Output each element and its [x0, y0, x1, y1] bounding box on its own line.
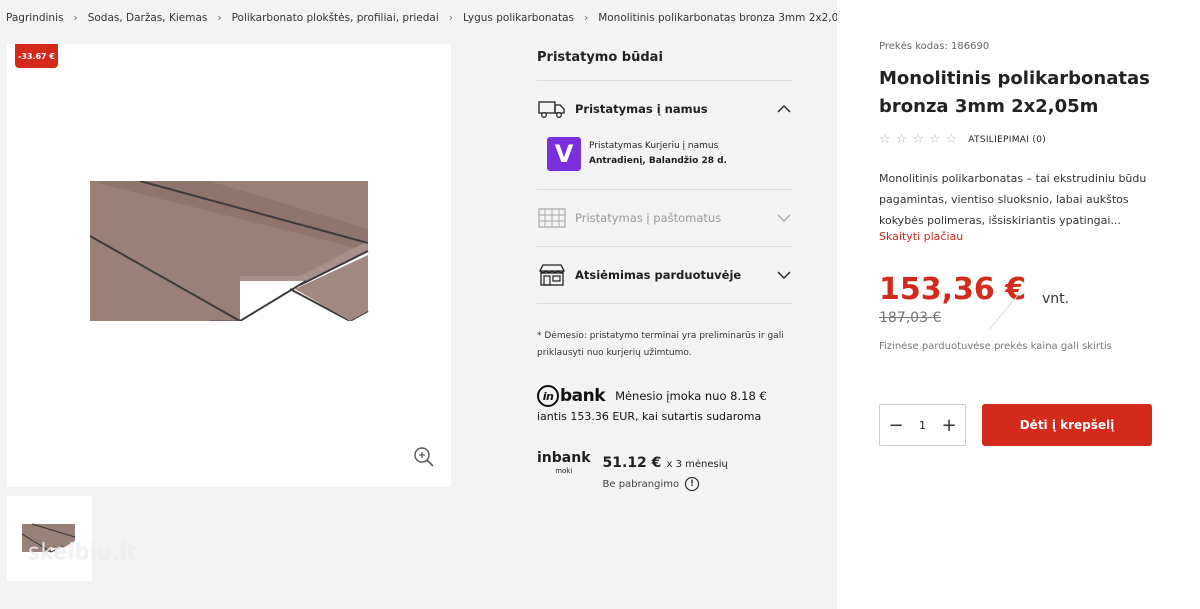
read-more-link[interactable]: Skaityti plačiau [879, 230, 963, 243]
truck-icon [537, 97, 567, 121]
old-price: 187,03 € [879, 310, 942, 326]
monthly-payment-note: iantis 153.36 EUR, kai sutartis sudaroma [537, 410, 762, 423]
star-icon: ☆ [928, 132, 941, 147]
delivery-option-label: Pristatymas į namus [575, 102, 708, 116]
breadcrumb: Pagrindinis › Sodas, Daržas, Kiemas › Po… [6, 12, 855, 24]
breadcrumb-garden[interactable]: Sodas, Daržas, Kiemas [88, 12, 208, 24]
courier-logo: V [547, 137, 581, 171]
inbank-moki-logo: inbank moki [537, 450, 591, 475]
delivery-option-locker: Pristatymas į paštomatus [537, 189, 793, 246]
watermark: skelbiu.lt [28, 540, 137, 565]
monthly-payment: Mėnesio įmoka nuo 8.18 € [615, 389, 767, 403]
breadcrumb-current: Monolitinis polikarbonatas bronza 3mm 2x… [598, 12, 856, 24]
delivery-option-label: Pristatymas į paštomatus [575, 211, 722, 225]
store-icon [537, 263, 567, 287]
product-thumbnail[interactable] [7, 496, 92, 581]
courier-date: Antradienį, Balandžio 28 d. [589, 156, 727, 166]
star-icon: ☆ [895, 132, 908, 147]
breadcrumb-home[interactable]: Pagrindinis [6, 12, 63, 24]
rating[interactable]: ☆ ☆ ☆ ☆ ☆ ATSILIEPIMAI (0) [879, 132, 1046, 147]
moki-financing[interactable]: inbank moki 51.12 € x 3 mėnesių Be pabra… [537, 450, 797, 491]
zoom-in-icon[interactable] [413, 446, 435, 468]
delivery-option-home: Pristatymas į namus V Pristatymas Kurjer… [537, 80, 793, 189]
breadcrumb-separator: › [73, 12, 78, 24]
star-icon: ☆ [945, 132, 958, 147]
product-title: Monolitinis polikarbonatas bronza 3mm 2x… [879, 68, 1150, 117]
discount-badge: -33.67 € [15, 44, 58, 68]
breadcrumb-separator: › [217, 12, 222, 24]
quantity-input[interactable]: 1 [913, 419, 933, 432]
delivery-note: * Dėmesio: pristatymo terminai yra preli… [537, 303, 793, 362]
info-icon[interactable]: ! [685, 477, 700, 491]
product-sheet-image [90, 181, 369, 321]
breadcrumb-polycarbonate[interactable]: Polikarbonato plokštės, profiliai, pried… [232, 12, 439, 24]
delivery-option-store-toggle[interactable]: Atsiėmimas parduotuvėje [537, 247, 793, 303]
breadcrumb-flat-polycarbonate[interactable]: Lygus polikarbonatas [463, 12, 574, 24]
chevron-up-icon [777, 105, 791, 113]
delivery-section: Pristatymo būdai Pristatymas į namus V P… [537, 40, 793, 362]
courier-title: Pristatymas Kurjeriu į namus [589, 141, 719, 151]
store-price-note: Fizinėse parduotuvėse prekės kaina gali … [879, 341, 1112, 352]
moki-price: 51.12 € [602, 455, 662, 471]
delivery-option-locker-toggle[interactable]: Pristatymas į paštomatus [537, 190, 793, 246]
thumbnail-image [21, 523, 76, 553]
breadcrumb-separator: › [448, 12, 453, 24]
decrease-quantity-button[interactable]: − [886, 415, 906, 436]
add-to-cart-button[interactable]: Dėti į krepšelį [982, 404, 1152, 446]
chevron-down-icon [777, 214, 791, 222]
product-price: 153,36 € [879, 272, 1027, 307]
moki-months: x 3 mėnesių [666, 459, 728, 470]
product-panel: Prekės kodas: 186690 Monolitinis polikar… [837, 0, 1200, 609]
star-icon: ☆ [879, 132, 891, 147]
star-icon: ☆ [912, 132, 924, 147]
price-unit: vnt. [1042, 291, 1070, 307]
delivery-option-store: Atsiėmimas parduotuvėje [537, 246, 793, 303]
courier-option: V Pristatymas Kurjeriu į namus Antradien… [537, 137, 793, 189]
parcel-locker-icon [537, 206, 567, 230]
product-code: Prekės kodas: 186690 [879, 41, 990, 52]
product-description: Monolitinis polikarbonatas – tai ekstrud… [879, 172, 1147, 227]
delivery-title: Pristatymo būdai [537, 50, 663, 65]
chevron-down-icon [777, 271, 791, 279]
inbank-financing[interactable]: in bank Mėnesio įmoka nuo 8.18 € iantis 1… [537, 385, 797, 423]
reviews-link[interactable]: ATSILIEPIMAI (0) [968, 135, 1046, 145]
increase-quantity-button[interactable]: + [939, 415, 959, 436]
breadcrumb-separator: › [584, 12, 589, 24]
moki-note: Be pabrangimo [602, 478, 680, 490]
quantity-stepper: − 1 + [879, 404, 966, 446]
delivery-option-home-toggle[interactable]: Pristatymas į namus [537, 81, 793, 137]
inbank-logo: in bank [537, 385, 606, 407]
delivery-option-label: Atsiėmimas parduotuvėje [575, 268, 742, 282]
